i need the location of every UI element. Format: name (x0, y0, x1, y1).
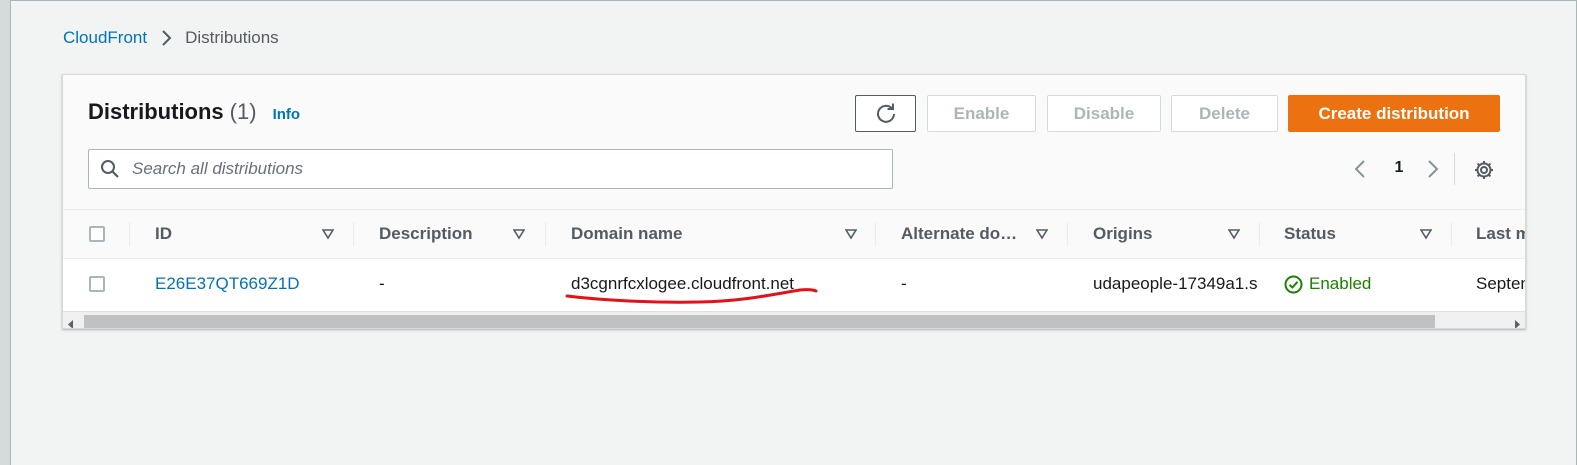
scroll-right-icon[interactable] (1514, 316, 1520, 328)
create-distribution-button[interactable]: Create distribution (1288, 95, 1500, 132)
chevron-right-icon (160, 29, 172, 47)
page-number[interactable]: 1 (1393, 159, 1405, 177)
status-text: Enabled (1309, 274, 1372, 293)
refresh-button[interactable] (855, 95, 916, 132)
sort-down-icon[interactable] (844, 227, 858, 245)
column-header-last-modified[interactable]: Last m (1476, 210, 1525, 258)
column-header-origins[interactable]: Origins (1093, 210, 1153, 258)
origins-cell: udapeople-17349a1.s (1093, 274, 1258, 293)
sort-down-icon[interactable] (512, 227, 526, 245)
disable-button[interactable]: Disable (1047, 95, 1161, 132)
distribution-count: (1) (229, 99, 257, 124)
status-cell: Enabled (1284, 259, 1371, 309)
distribution-id-link[interactable]: E26E37QT669Z1D (155, 259, 300, 309)
sort-down-icon[interactable] (1035, 227, 1049, 245)
chevron-left-icon[interactable] (1353, 159, 1367, 184)
domain-name-cell: d3cgnrfcxlogee.cloudfront.net (571, 274, 795, 293)
search-box (88, 149, 893, 189)
column-header-alternate-domain[interactable]: Alternate do… (901, 210, 1017, 258)
breadcrumb-cloudfront-link[interactable]: CloudFront (63, 28, 147, 48)
sort-down-icon[interactable] (1419, 227, 1433, 245)
horizontal-scrollbar[interactable] (63, 311, 1525, 328)
last-modified-cell: Septen (1476, 274, 1525, 293)
column-divider (1451, 222, 1452, 246)
window-top-border (0, 0, 1577, 1)
column-divider (545, 222, 546, 246)
page-title: Distributions (1) Info (88, 99, 300, 125)
distributions-table: ID Description Domain name Alternate do…… (63, 209, 1525, 328)
table-row: E26E37QT669Z1D - d3cgnrfcxlogee.cloudfro… (63, 259, 1525, 309)
row-checkbox[interactable] (89, 276, 105, 292)
column-divider (129, 222, 130, 246)
settings-gear-icon[interactable] (1473, 159, 1495, 186)
description-cell: - (379, 274, 385, 293)
check-circle-icon (1284, 275, 1303, 294)
breadcrumb: CloudFront Distributions (63, 28, 279, 48)
sort-down-icon[interactable] (1227, 227, 1241, 245)
select-all-checkbox[interactable] (89, 226, 105, 242)
delete-button[interactable]: Delete (1171, 95, 1278, 132)
search-input[interactable] (130, 158, 874, 180)
table-header: ID Description Domain name Alternate do…… (63, 210, 1525, 259)
sort-down-icon[interactable] (321, 227, 335, 245)
column-header-description[interactable]: Description (379, 210, 473, 258)
column-divider (875, 222, 876, 246)
breadcrumb-current: Distributions (185, 28, 279, 47)
column-header-id[interactable]: ID (155, 210, 172, 258)
search-icon (100, 159, 120, 179)
distributions-panel: Distributions (1) Info Enable Disable De… (62, 74, 1526, 329)
left-window-edge (0, 0, 11, 465)
refresh-icon (875, 103, 897, 125)
info-link[interactable]: Info (273, 106, 301, 123)
column-header-domain-name[interactable]: Domain name (571, 210, 682, 258)
alternate-domain-cell: - (901, 274, 907, 293)
pagination-divider (1454, 153, 1455, 185)
column-header-status[interactable]: Status (1284, 210, 1336, 258)
scroll-left-icon[interactable] (68, 316, 74, 328)
panel-title: Distributions (88, 99, 224, 124)
column-divider (1067, 222, 1068, 246)
chevron-right-icon[interactable] (1426, 159, 1440, 184)
column-divider (353, 222, 354, 246)
enable-button[interactable]: Enable (927, 95, 1036, 132)
scrollbar-thumb[interactable] (84, 315, 1435, 328)
column-divider (1259, 222, 1260, 246)
